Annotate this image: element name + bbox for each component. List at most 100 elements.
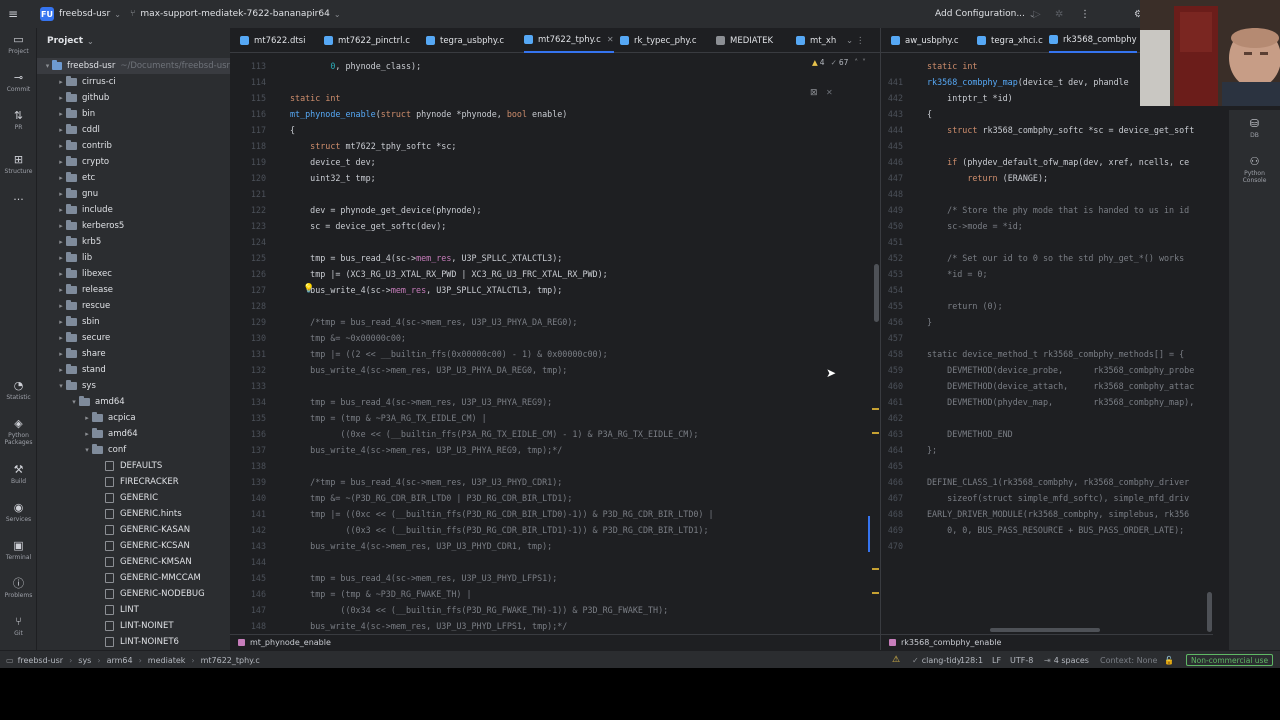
context-indicator[interactable]: Context: None [1100,651,1157,668]
structure-tool-button[interactable]: ⊞ Structure [0,154,37,176]
code-line[interactable]: 116 mt_phynode_enable(struct phynode *phy… [230,106,880,122]
horizontal-scrollbar-right[interactable] [990,628,1100,632]
tree-item[interactable]: ▾ conf [37,442,230,458]
chevron-right-icon[interactable]: ▸ [82,414,92,422]
status-path-segment[interactable]: sys [78,656,91,665]
error-stripe-marker[interactable] [872,408,879,410]
code-line[interactable]: 121 [230,186,880,202]
chevron-right-icon[interactable]: ▸ [56,142,66,150]
chevron-right-icon[interactable]: ▸ [56,318,66,326]
code-line[interactable]: 117 { [230,122,880,138]
services-tool-button[interactable]: ◉ Services [0,502,37,524]
code-line[interactable]: 113 0, phynode_class); [230,58,880,74]
code-line[interactable]: 120 uint32_t tmp; [230,170,880,186]
tree-item[interactable]: ▸ libexec [37,266,230,282]
license-indicator[interactable]: Non-commercial use [1186,651,1274,668]
code-line[interactable]: 466 DEFINE_CLASS_1(rk3568_combphy, rk3568… [881,474,1213,490]
tree-item[interactable]: ▾ amd64 [37,394,230,410]
status-path-segment[interactable]: mediatek [148,656,186,665]
code-line[interactable]: 144 [230,554,880,570]
editor-tab[interactable]: tegra_xhci.c [977,28,1043,53]
tree-item[interactable]: GENERIC-NODEBUG [37,586,230,602]
code-line[interactable]: 457 [881,330,1213,346]
code-line[interactable]: 123 sc = device_get_softc(dev); [230,218,880,234]
tree-item[interactable]: GENERIC-KMSAN [37,554,230,570]
pr-tool-button[interactable]: ⇅ PR [0,110,37,132]
scrollbar-left[interactable] [874,264,879,322]
chevron-down-icon[interactable]: ˅ [862,58,866,67]
code-line[interactable]: 451 [881,234,1213,250]
code-line[interactable]: 130 tmp &= ~0x00000c00; [230,330,880,346]
code-line[interactable]: 460 DEVMETHOD(device_attach, rk3568_comb… [881,378,1213,394]
code-line[interactable]: 143 bus_write_4(sc->mem_res, U3P_U3_PHYD… [230,538,880,554]
code-line[interactable]: 443 { [881,106,1213,122]
lock-icon[interactable]: 🔓 [1164,651,1174,668]
tree-item[interactable]: ▸ share [37,346,230,362]
error-stripe-marker[interactable] [872,568,879,570]
code-line[interactable]: 146 tmp = (tmp & ~P3D_RG_FWAKE_TH) | [230,586,880,602]
code-line[interactable]: 137 bus_write_4(sc->mem_res, U3P_U3_PHYA… [230,442,880,458]
chevron-right-icon[interactable]: ▸ [56,334,66,342]
tree-item[interactable]: ▸ lib [37,250,230,266]
debug-icon[interactable]: ✲ [1055,0,1063,28]
chevron-up-icon[interactable]: ˄ [854,58,858,67]
tree-item[interactable]: ▸ secure [37,330,230,346]
bulb-icon[interactable]: 💡 [303,284,314,294]
tree-item[interactable]: ▸ kerberos5 [37,218,230,234]
git-tool-button[interactable]: ⑂ Git [0,616,37,638]
code-line[interactable]: 448 [881,186,1213,202]
tree-item[interactable]: ▸ stand [37,362,230,378]
code-line[interactable]: 136 ((0xe << (__builtin_ffs(P3A_RG_TX_EI… [230,426,880,442]
commit-tool-button[interactable]: ⊸ Commit [0,72,37,94]
chevron-right-icon[interactable]: ▸ [56,350,66,358]
chevron-right-icon[interactable]: ▸ [56,302,66,310]
code-line[interactable]: 450 sc->mode = *id; [881,218,1213,234]
code-line[interactable]: 126 tmp |= (XC3_RG_U3_XTAL_RX_PWD | XC3_… [230,266,880,282]
code-line[interactable]: 469 0, 0, BUS_PASS_RESOURCE + BUS_PASS_O… [881,522,1213,538]
line-ending[interactable]: LF [992,651,1001,668]
code-line[interactable]: 135 tmp = (tmp & ~P3A_RG_TX_EIDLE_CM) | [230,410,880,426]
statistic-tool-button[interactable]: ◔ Statistic [0,380,37,402]
chevron-right-icon[interactable]: ▸ [56,110,66,118]
tree-item[interactable]: GENERIC-KASAN [37,522,230,538]
code-line[interactable]: 446 if (phydev_default_ofw_map(dev, xref… [881,154,1213,170]
chevron-right-icon[interactable]: ▸ [56,222,66,230]
python-console-tool-button[interactable]: ⚇ Python Console [1236,156,1273,185]
code-line[interactable]: 142 ((0x3 << (__builtin_ffs(P3D_RG_CDR_B… [230,522,880,538]
code-line[interactable]: 129 /*tmp = bus_read_4(sc->mem_res, U3P_… [230,314,880,330]
code-line[interactable]: 465 [881,458,1213,474]
more-actions-icon[interactable]: ⋮ [1080,0,1090,28]
chevron-right-icon[interactable]: ▸ [56,190,66,198]
code-line[interactable]: 470 [881,538,1213,554]
reader-mode-icon[interactable]: ⊠ [810,88,818,98]
editor-tab[interactable]: rk_typec_phy.c [620,28,697,53]
tree-item[interactable]: ▾ sys [37,378,230,394]
chevron-right-icon[interactable]: ▸ [56,254,66,262]
code-line[interactable]: 139 /*tmp = bus_read_4(sc->mem_res, U3P_… [230,474,880,490]
status-path-segment[interactable]: mt7622_tphy.c [201,656,260,665]
terminal-tool-button[interactable]: ▣ Terminal [0,540,37,562]
tree-item[interactable]: GENERIC-KCSAN [37,538,230,554]
chevron-right-icon[interactable]: ▸ [56,94,66,102]
code-line[interactable]: 114 [230,74,880,90]
code-line[interactable]: 467 sizeof(struct simple_mfd_softc), sim… [881,490,1213,506]
code-line[interactable]: 453 *id = 0; [881,266,1213,282]
status-path-segment[interactable]: arm64 [107,656,133,665]
close-icon[interactable]: ✕ [607,35,614,44]
editor-tab[interactable]: MEDIATEK [716,28,773,53]
code-line[interactable]: 124 [230,234,880,250]
inspection-widget-left[interactable]: ▲ 4 ✓ 67 ˄ ˅ [812,58,866,67]
breadcrumb-right[interactable]: rk3568_combphy_enable [881,634,1213,650]
tree-item[interactable]: LINT-NOINET6 [37,634,230,650]
code-line[interactable]: 115 static int [230,90,880,106]
tree-item[interactable]: ▸ crypto [37,154,230,170]
tree-item[interactable]: ▸ bin [37,106,230,122]
code-line[interactable]: 459 DEVMETHOD(device_probe, rk3568_combp… [881,362,1213,378]
chevron-down-icon[interactable]: ▾ [82,446,92,454]
branch-switcher[interactable]: ⑂ max-support-mediatek-7622-bananapir64 … [130,0,341,28]
linter-indicator[interactable]: ✓ clang-tidy [912,651,961,668]
chevron-down-icon[interactable]: ▾ [69,398,79,406]
code-line[interactable]: 119 device_t dev; [230,154,880,170]
database-tool-button[interactable]: ⛁ DB [1236,118,1273,140]
chevron-right-icon[interactable]: ▸ [56,158,66,166]
